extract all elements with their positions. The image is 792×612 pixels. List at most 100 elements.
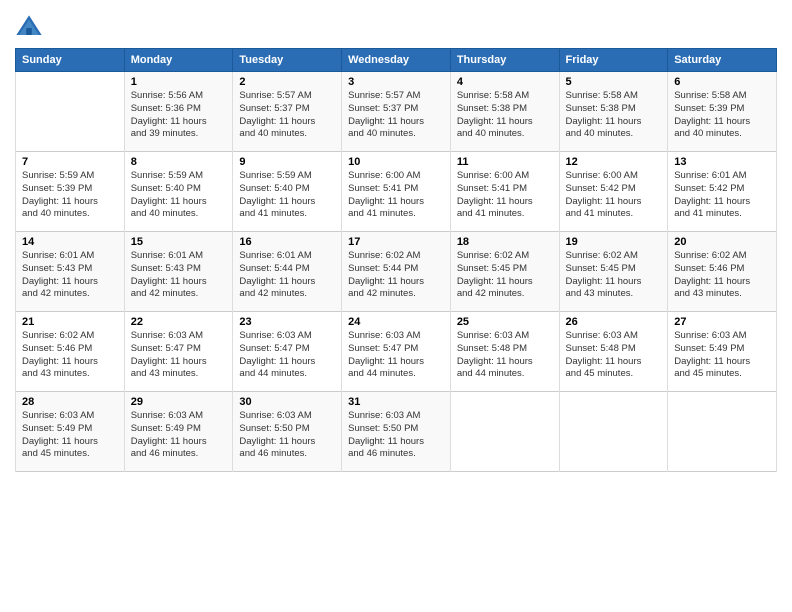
day-info: Sunrise: 5:57 AM Sunset: 5:37 PM Dayligh… — [348, 90, 444, 141]
calendar-cell: 16 Sunrise: 6:01 AM Sunset: 5:44 PM Dayli… — [233, 232, 342, 312]
calendar-header: SundayMondayTuesdayWednesdayThursdayFrid… — [16, 49, 777, 72]
calendar-cell: 28Sunrise: 6:03 AM Sunset: 5:49 PM Dayli… — [16, 392, 125, 472]
calendar-cell: 20 Sunrise: 6:02 AM Sunset: 5:46 PM Dayli… — [668, 232, 777, 312]
day-info: Sunrise: 6:03 AM Sunset: 5:50 PM Dayligh… — [239, 410, 335, 461]
day-number: 15 — [131, 236, 227, 248]
calendar-cell: 30Sunrise: 6:03 AM Sunset: 5:50 PM Dayli… — [233, 392, 342, 472]
calendar-cell: 2 Sunrise: 5:57 AM Sunset: 5:37 PM Daylig… — [233, 72, 342, 152]
day-info: Sunrise: 6:00 AM Sunset: 5:41 PM Dayligh… — [348, 170, 444, 221]
day-number: 5 — [566, 76, 662, 88]
day-number: 10 — [348, 156, 444, 168]
calendar-cell: 25Sunrise: 6:03 AM Sunset: 5:48 PM Dayli… — [450, 312, 559, 392]
week-row-1: 1 Sunrise: 5:56 AM Sunset: 5:36 PM Daylig… — [16, 72, 777, 152]
day-info: Sunrise: 6:02 AM Sunset: 5:44 PM Dayligh… — [348, 250, 444, 301]
header-day-monday: Monday — [124, 49, 233, 72]
day-number: 20 — [674, 236, 770, 248]
day-number: 9 — [239, 156, 335, 168]
day-info: Sunrise: 6:03 AM Sunset: 5:47 PM Dayligh… — [131, 330, 227, 381]
day-number: 1 — [131, 76, 227, 88]
calendar-cell: 31Sunrise: 6:03 AM Sunset: 5:50 PM Dayli… — [342, 392, 451, 472]
day-number: 19 — [566, 236, 662, 248]
calendar-table: SundayMondayTuesdayWednesdayThursdayFrid… — [15, 48, 777, 472]
day-info: Sunrise: 6:02 AM Sunset: 5:45 PM Dayligh… — [457, 250, 553, 301]
header-day-saturday: Saturday — [668, 49, 777, 72]
day-info: Sunrise: 6:02 AM Sunset: 5:46 PM Dayligh… — [674, 250, 770, 301]
day-info: Sunrise: 6:01 AM Sunset: 5:43 PM Dayligh… — [131, 250, 227, 301]
calendar-cell: 11 Sunrise: 6:00 AM Sunset: 5:41 PM Dayli… — [450, 152, 559, 232]
header-day-sunday: Sunday — [16, 49, 125, 72]
day-info: Sunrise: 6:03 AM Sunset: 5:48 PM Dayligh… — [457, 330, 553, 381]
calendar-cell — [559, 392, 668, 472]
day-info: Sunrise: 5:58 AM Sunset: 5:38 PM Dayligh… — [566, 90, 662, 141]
day-info: Sunrise: 6:03 AM Sunset: 5:49 PM Dayligh… — [131, 410, 227, 461]
page: SundayMondayTuesdayWednesdayThursdayFrid… — [0, 0, 792, 612]
week-row-4: 21 Sunrise: 6:02 AM Sunset: 5:46 PM Dayli… — [16, 312, 777, 392]
week-row-5: 28 Sunrise: 6:03 AM Sunset: 5:49 PM Dayli… — [16, 392, 777, 472]
day-number: 17 — [348, 236, 444, 248]
calendar-cell: 17 Sunrise: 6:02 AM Sunset: 5:44 PM Dayli… — [342, 232, 451, 312]
day-number: 23 — [239, 316, 335, 328]
header-day-wednesday: Wednesday — [342, 49, 451, 72]
day-info: Sunrise: 6:02 AM Sunset: 5:45 PM Dayligh… — [566, 250, 662, 301]
day-info: Sunrise: 5:57 AM Sunset: 5:37 PM Dayligh… — [239, 90, 335, 141]
calendar-cell: 15 Sunrise: 6:01 AM Sunset: 5:43 PM Dayli… — [124, 232, 233, 312]
day-info: Sunrise: 5:59 AM Sunset: 5:40 PM Dayligh… — [239, 170, 335, 221]
calendar-cell: 5 Sunrise: 5:58 AM Sunset: 5:38 PM Daylig… — [559, 72, 668, 152]
day-info: Sunrise: 5:58 AM Sunset: 5:38 PM Dayligh… — [457, 90, 553, 141]
header-day-tuesday: Tuesday — [233, 49, 342, 72]
day-info: Sunrise: 5:59 AM Sunset: 5:40 PM Dayligh… — [131, 170, 227, 221]
day-number: 8 — [131, 156, 227, 168]
day-info: Sunrise: 6:00 AM Sunset: 5:41 PM Dayligh… — [457, 170, 553, 221]
calendar-body: 1 Sunrise: 5:56 AM Sunset: 5:36 PM Daylig… — [16, 72, 777, 472]
day-info: Sunrise: 6:03 AM Sunset: 5:49 PM Dayligh… — [674, 330, 770, 381]
calendar-cell: 8 Sunrise: 5:59 AM Sunset: 5:40 PM Daylig… — [124, 152, 233, 232]
calendar-cell: 4 Sunrise: 5:58 AM Sunset: 5:38 PM Daylig… — [450, 72, 559, 152]
calendar-cell: 14 Sunrise: 6:01 AM Sunset: 5:43 PM Dayli… — [16, 232, 125, 312]
logo — [15, 14, 46, 42]
day-number: 16 — [239, 236, 335, 248]
day-number: 14 — [22, 236, 118, 248]
day-info: Sunrise: 5:56 AM Sunset: 5:36 PM Dayligh… — [131, 90, 227, 141]
day-number: 12 — [566, 156, 662, 168]
day-number: 26 — [566, 316, 662, 328]
day-info: Sunrise: 6:01 AM Sunset: 5:44 PM Dayligh… — [239, 250, 335, 301]
day-info: Sunrise: 6:03 AM Sunset: 5:47 PM Dayligh… — [348, 330, 444, 381]
day-number: 6 — [674, 76, 770, 88]
calendar-cell: 12 Sunrise: 6:00 AM Sunset: 5:42 PM Dayli… — [559, 152, 668, 232]
day-number: 7 — [22, 156, 118, 168]
calendar-cell: 18 Sunrise: 6:02 AM Sunset: 5:45 PM Dayli… — [450, 232, 559, 312]
day-number: 11 — [457, 156, 553, 168]
calendar-cell — [16, 72, 125, 152]
calendar-cell — [668, 392, 777, 472]
calendar-cell: 29 Sunrise: 6:03 AM Sunset: 5:49 PM Dayli… — [124, 392, 233, 472]
day-info: Sunrise: 6:02 AM Sunset: 5:46 PM Dayligh… — [22, 330, 118, 381]
calendar-cell: 27 Sunrise: 6:03 AM Sunset: 5:49 PM Dayli… — [668, 312, 777, 392]
calendar-cell: 6 Sunrise: 5:58 AM Sunset: 5:39 PM Daylig… — [668, 72, 777, 152]
day-number: 18 — [457, 236, 553, 248]
week-row-3: 14 Sunrise: 6:01 AM Sunset: 5:43 PM Dayli… — [16, 232, 777, 312]
day-number: 13 — [674, 156, 770, 168]
day-info: Sunrise: 5:58 AM Sunset: 5:39 PM Dayligh… — [674, 90, 770, 141]
header-day-thursday: Thursday — [450, 49, 559, 72]
day-number: 21 — [22, 316, 118, 328]
calendar-cell: 9 Sunrise: 5:59 AM Sunset: 5:40 PM Daylig… — [233, 152, 342, 232]
day-info: Sunrise: 6:01 AM Sunset: 5:43 PM Dayligh… — [22, 250, 118, 301]
day-number: 29 — [131, 396, 227, 408]
day-number: 2 — [239, 76, 335, 88]
calendar-cell: 3 Sunrise: 5:57 AM Sunset: 5:37 PM Daylig… — [342, 72, 451, 152]
day-number: 28 — [22, 396, 118, 408]
day-number: 4 — [457, 76, 553, 88]
calendar-cell: 23Sunrise: 6:03 AM Sunset: 5:47 PM Dayli… — [233, 312, 342, 392]
day-number: 3 — [348, 76, 444, 88]
day-number: 27 — [674, 316, 770, 328]
day-number: 24 — [348, 316, 444, 328]
calendar-cell: 21 Sunrise: 6:02 AM Sunset: 5:46 PM Dayli… — [16, 312, 125, 392]
day-info: Sunrise: 6:03 AM Sunset: 5:48 PM Dayligh… — [566, 330, 662, 381]
calendar-cell: 19 Sunrise: 6:02 AM Sunset: 5:45 PM Dayli… — [559, 232, 668, 312]
calendar-cell: 10 Sunrise: 6:00 AM Sunset: 5:41 PM Dayli… — [342, 152, 451, 232]
header-row: SundayMondayTuesdayWednesdayThursdayFrid… — [16, 49, 777, 72]
calendar-cell — [450, 392, 559, 472]
header-day-friday: Friday — [559, 49, 668, 72]
day-info: Sunrise: 6:00 AM Sunset: 5:42 PM Dayligh… — [566, 170, 662, 221]
calendar-cell: 24 Sunrise: 6:03 AM Sunset: 5:47 PM Dayli… — [342, 312, 451, 392]
